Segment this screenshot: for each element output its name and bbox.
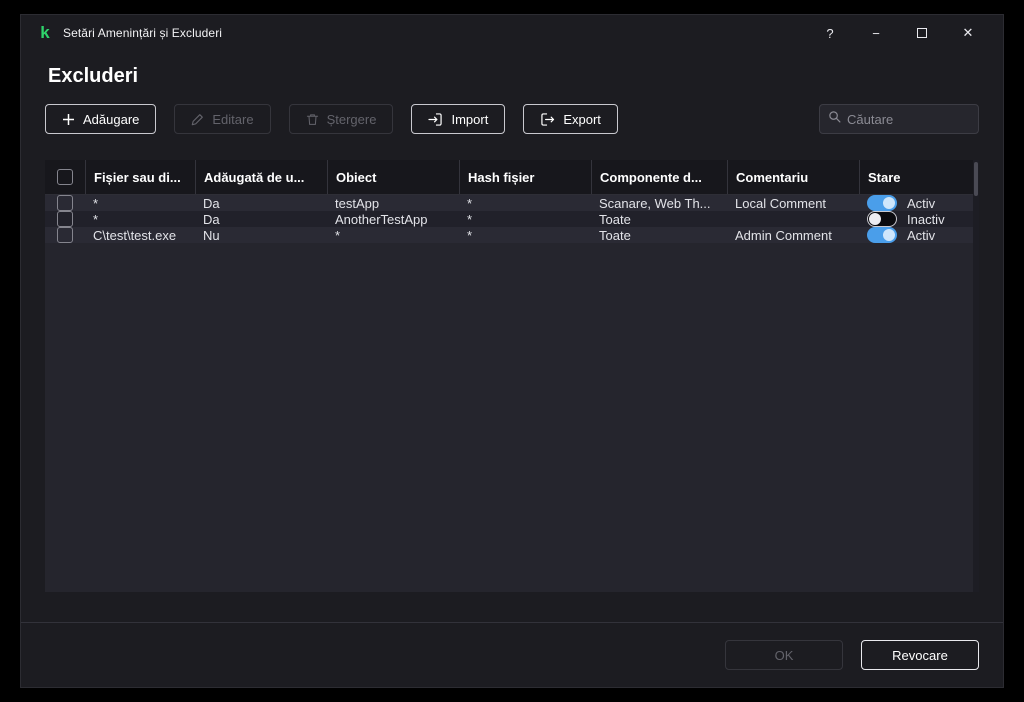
cell-comment: Admin Comment <box>735 227 832 243</box>
column-header-components[interactable]: Componente d... <box>591 160 727 194</box>
window-title: Setări Amenințări și Excluderi <box>63 26 223 40</box>
cell-comment <box>727 211 859 227</box>
search-box <box>819 104 979 134</box>
table-scrollbar[interactable] <box>973 160 979 592</box>
row-checkbox-cell <box>45 195 85 211</box>
cell-object: testApp <box>335 195 380 211</box>
minimize-icon[interactable]: − <box>853 18 899 48</box>
row-checkbox[interactable] <box>57 227 73 243</box>
state-label: Activ <box>907 227 936 243</box>
cell-components: Toate <box>599 227 631 243</box>
cell-added-by-user: Da <box>203 195 220 211</box>
export-icon <box>540 112 555 126</box>
app-window: k Setări Amenințări și Excluderi ? − ✕ E… <box>20 14 1004 688</box>
row-checkbox-cell <box>45 211 85 227</box>
import-button[interactable]: Import <box>411 104 506 134</box>
table-row[interactable]: * Da AnotherTestApp * Toate Inactiv <box>45 211 979 227</box>
cell-hash: * <box>467 195 473 211</box>
ok-button[interactable]: OK <box>725 640 843 670</box>
scrollbar-thumb[interactable] <box>974 162 978 196</box>
state-toggle[interactable] <box>867 211 897 227</box>
close-icon[interactable]: ✕ <box>945 18 991 48</box>
state-label: Activ <box>907 195 936 211</box>
column-header-object[interactable]: Obiect <box>327 160 459 194</box>
cell-added-by-user: Da <box>203 211 220 227</box>
table-header: Fișier sau di... Adăugată de u... Obiect… <box>45 160 979 195</box>
search-input[interactable] <box>847 111 970 127</box>
footer: OK Revocare <box>21 622 1003 687</box>
table-body: * Da testApp * Scanare, Web Th... Local … <box>45 195 979 243</box>
column-header-added[interactable]: Adăugată de u... <box>195 160 327 194</box>
state-label: Inactiv <box>907 211 945 227</box>
state-toggle[interactable] <box>867 195 897 211</box>
table-row[interactable]: * Da testApp * Scanare, Web Th... Local … <box>45 195 979 211</box>
help-icon[interactable]: ? <box>807 18 853 48</box>
cell-state: Inactiv <box>859 211 979 227</box>
column-header-state[interactable]: Stare <box>859 160 979 194</box>
cell-state: Activ <box>859 227 979 243</box>
kaspersky-logo-icon: k <box>40 23 50 42</box>
cell-object: * <box>335 227 341 243</box>
row-checkbox[interactable] <box>57 211 73 227</box>
maximize-icon[interactable] <box>899 18 945 48</box>
cell-components: Toate <box>599 211 631 227</box>
titlebar: k Setări Amenințări și Excluderi ? − ✕ <box>21 15 1003 51</box>
search-icon <box>828 110 841 128</box>
header-checkbox-cell <box>45 160 85 194</box>
column-header-hash[interactable]: Hash fișier <box>459 160 591 194</box>
cell-file: C\test\test.exe <box>93 227 177 243</box>
cell-hash: * <box>467 227 473 243</box>
page-title: Excluderi <box>48 65 139 87</box>
cell-object: AnotherTestApp <box>335 211 428 227</box>
cell-state: Activ <box>859 195 979 211</box>
content-area: Excluderi Adăugare Editare Ștergere Impo… <box>21 51 1003 622</box>
row-checkbox[interactable] <box>57 195 73 211</box>
add-button[interactable]: Adăugare <box>45 104 157 134</box>
cell-file: * <box>93 211 99 227</box>
delete-button[interactable]: Ștergere <box>288 104 394 134</box>
edit-button[interactable]: Editare <box>174 104 271 134</box>
table-row[interactable]: C\test\test.exe Nu * * Toate Admin Comme… <box>45 227 979 243</box>
state-toggle[interactable] <box>867 227 897 243</box>
exclusions-table: Fișier sau di... Adăugată de u... Obiect… <box>45 160 979 592</box>
window-controls: ? − ✕ <box>807 18 991 48</box>
select-all-checkbox[interactable] <box>57 169 73 185</box>
import-icon <box>428 112 443 126</box>
cell-added-by-user: Nu <box>203 227 220 243</box>
pencil-icon <box>191 113 204 126</box>
cell-hash: * <box>467 211 473 227</box>
cancel-button[interactable]: Revocare <box>861 640 979 670</box>
trash-icon <box>306 113 319 126</box>
toolbar: Adăugare Editare Ștergere Import Export … <box>45 104 979 134</box>
cell-comment: Local Comment <box>735 195 827 211</box>
column-header-file[interactable]: Fișier sau di... <box>85 160 195 194</box>
plus-icon <box>62 113 75 126</box>
export-button[interactable]: Export <box>523 104 618 134</box>
row-checkbox-cell <box>45 227 85 243</box>
column-header-comment[interactable]: Comentariu <box>727 160 859 194</box>
cell-components: Scanare, Web Th... <box>599 195 711 211</box>
cell-file: * <box>93 195 99 211</box>
